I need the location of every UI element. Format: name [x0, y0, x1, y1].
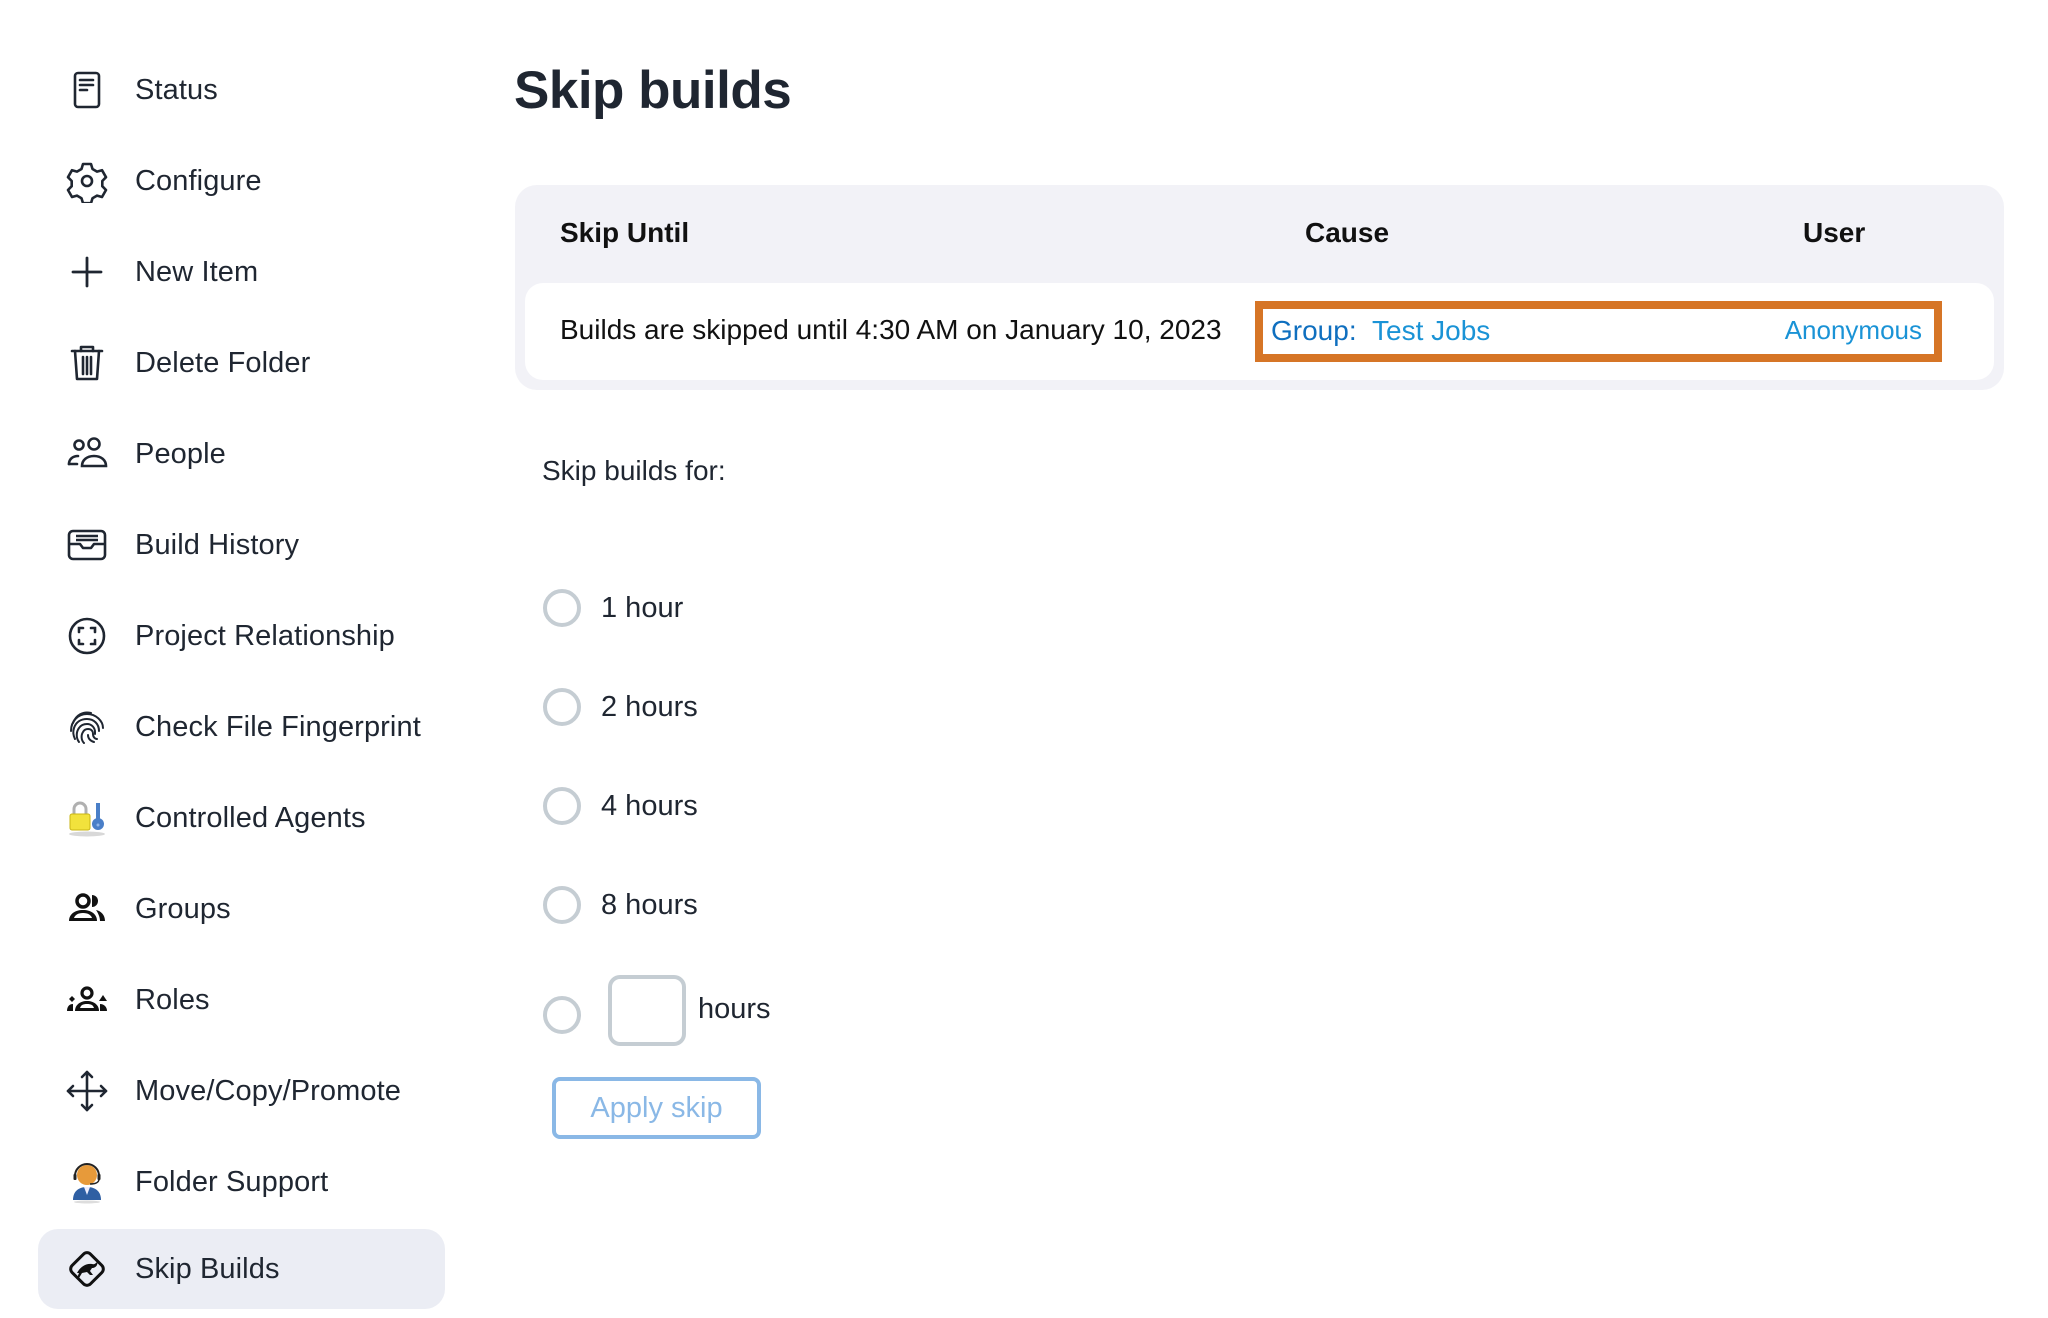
people-icon — [65, 432, 109, 476]
user-link[interactable]: Anonymous — [1785, 315, 1922, 346]
cause-group-link[interactable]: Test Jobs — [1372, 315, 1490, 347]
roles-icon — [65, 978, 109, 1022]
page-title: Skip builds — [514, 61, 792, 120]
sidebar-item-status[interactable]: Status — [38, 50, 445, 130]
trash-icon — [65, 341, 109, 385]
radio-button[interactable] — [543, 589, 581, 627]
custom-hours-suffix: hours — [698, 993, 771, 1025]
sidebar-item-label: Controlled Agents — [135, 801, 366, 834]
sidebar-item-build-history[interactable]: Build History — [38, 505, 445, 585]
groups-icon — [65, 887, 109, 931]
kangaroo-sign-icon — [65, 1247, 109, 1291]
sidebar-item-configure[interactable]: Configure — [38, 141, 445, 221]
highlight-box: Group: Test Jobs Anonymous — [1255, 301, 1942, 362]
sidebar-item-new-item[interactable]: New Item — [38, 232, 445, 312]
sidebar-item-label: Move/Copy/Promote — [135, 1074, 402, 1107]
sidebar-item-project-relationship[interactable]: Project Relationship — [38, 596, 445, 676]
sidebar-item-label: Build History — [135, 528, 300, 561]
sidebar-item-label: Delete Folder — [135, 346, 311, 379]
column-header-cause: Cause — [1305, 217, 1390, 248]
radio-option-1-hour[interactable]: 1 hour — [543, 586, 683, 630]
sidebar-item-delete-folder[interactable]: Delete Folder — [38, 323, 445, 403]
sidebar-item-groups[interactable]: Groups — [38, 869, 445, 949]
custom-hours-input[interactable] — [608, 975, 686, 1046]
plus-icon — [65, 250, 109, 294]
radio-option-4-hours[interactable]: 4 hours — [543, 784, 698, 828]
fingerprint-icon — [65, 705, 109, 749]
status-document-icon — [65, 68, 109, 112]
sidebar-item-label: Roles — [135, 983, 210, 1016]
skip-builds-for-label: Skip builds for: — [542, 455, 726, 486]
skip-until-cell: Builds are skipped until 4:30 AM on Janu… — [560, 314, 1222, 345]
radio-button[interactable] — [543, 996, 581, 1034]
column-header-user: User — [1803, 217, 1866, 248]
sidebar-item-roles[interactable]: Roles — [38, 960, 445, 1040]
gear-icon — [65, 159, 109, 203]
column-header-skip-until: Skip Until — [560, 217, 690, 248]
sidebar-item-label: New Item — [135, 255, 259, 288]
sidebar-item-label: Configure — [135, 164, 262, 197]
radio-label: 4 hours — [601, 789, 698, 822]
support-agent-icon — [65, 1160, 109, 1204]
radio-option-2-hours[interactable]: 2 hours — [543, 685, 698, 729]
sidebar-item-label: Status — [135, 73, 218, 106]
radio-option-custom[interactable] — [543, 993, 581, 1037]
focus-circle-icon — [65, 614, 109, 658]
sidebar-item-controlled-agents[interactable]: Controlled Agents — [38, 778, 445, 858]
sidebar: Status Configure New Item Delete Folder … — [0, 0, 470, 1318]
sidebar-item-label: Check File Fingerprint — [135, 710, 421, 743]
sidebar-item-skip-builds[interactable]: Skip Builds — [38, 1229, 445, 1309]
skip-table: Skip Until Cause User Builds are skipped… — [515, 185, 2004, 390]
radio-button[interactable] — [543, 688, 581, 726]
radio-button[interactable] — [543, 886, 581, 924]
radio-button[interactable] — [543, 787, 581, 825]
sidebar-item-label: Groups — [135, 892, 231, 925]
move-arrows-icon — [65, 1069, 109, 1113]
sidebar-item-label: People — [135, 437, 226, 470]
sidebar-item-label: Folder Support — [135, 1165, 329, 1198]
sidebar-item-label: Skip Builds — [135, 1252, 280, 1285]
table-row: Builds are skipped until 4:30 AM on Janu… — [525, 283, 1994, 380]
sidebar-item-people[interactable]: People — [38, 414, 445, 494]
radio-label: 2 hours — [601, 690, 698, 723]
cause-prefix: Group: — [1271, 315, 1357, 346]
radio-label: 1 hour — [601, 591, 684, 624]
radio-label: 8 hours — [601, 888, 698, 921]
sidebar-item-check-file-fingerprint[interactable]: Check File Fingerprint — [38, 687, 445, 767]
sidebar-item-move-copy-promote[interactable]: Move/Copy/Promote — [38, 1051, 445, 1131]
lock-and-key-icon — [65, 796, 109, 840]
sidebar-item-label: Project Relationship — [135, 619, 395, 652]
apply-skip-button[interactable]: Apply skip — [552, 1077, 761, 1139]
sidebar-item-folder-support[interactable]: Folder Support — [38, 1142, 445, 1222]
inbox-tray-icon — [65, 523, 109, 567]
radio-option-8-hours[interactable]: 8 hours — [543, 883, 698, 927]
